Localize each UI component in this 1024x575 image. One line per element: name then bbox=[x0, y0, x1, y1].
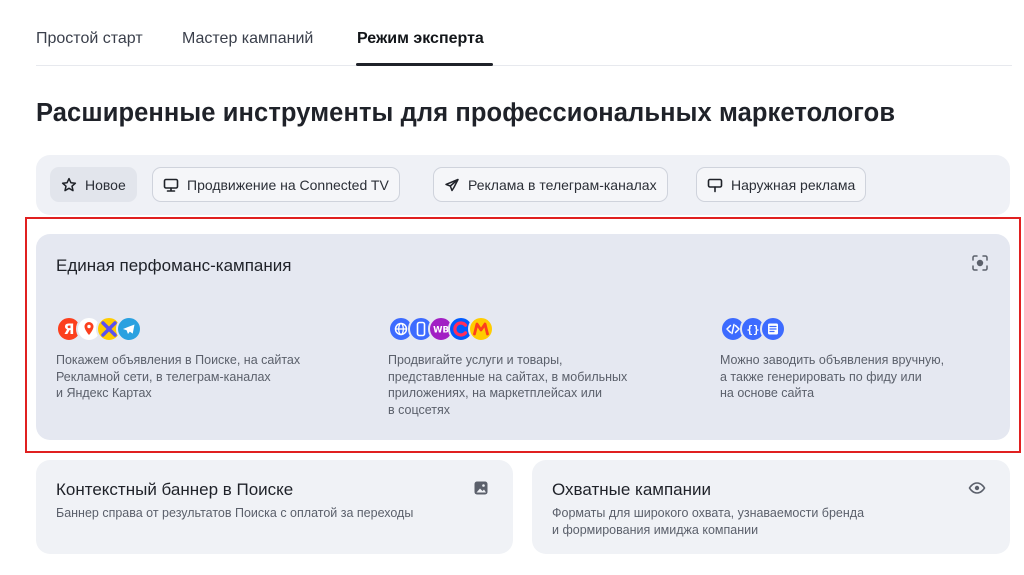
telegram-plane-icon bbox=[445, 178, 459, 191]
focus-target-icon bbox=[971, 254, 989, 277]
filter-chip-outdoor[interactable]: Наружная реклама bbox=[696, 167, 867, 202]
page-title: Расширенные инструменты для профессионал… bbox=[36, 99, 896, 127]
image-icon bbox=[473, 480, 489, 501]
filter-chip-label: Реклама в телеграм-каналах bbox=[468, 176, 657, 193]
svg-text:WB: WB bbox=[433, 326, 449, 336]
svg-text:{}: {} bbox=[746, 323, 759, 336]
filter-chip-new[interactable]: Новое bbox=[50, 167, 137, 202]
tv-icon bbox=[163, 178, 179, 192]
filter-chip-connected-tv[interactable]: Продвижение на Connected TV bbox=[152, 167, 400, 202]
column-description: Продвигайте услуги и товары, представлен… bbox=[388, 353, 628, 417]
filter-chip-label: Продвижение на Connected TV bbox=[187, 176, 389, 193]
filter-bar: Новое Продвижение на Connected TV Реклам… bbox=[36, 155, 1010, 215]
column-description: Покажем объявления в Поиске, на сайтах Р… bbox=[56, 353, 301, 400]
performance-column-creation: {} Можно заводить объявления вручную, а … bbox=[720, 316, 1020, 402]
reach-campaigns-card[interactable]: Охватные кампании Форматы для широкого о… bbox=[532, 460, 1010, 554]
tab-expert-mode[interactable]: Режим эксперта bbox=[357, 30, 484, 48]
column-description: Можно заводить объявления вручную, а так… bbox=[720, 353, 945, 400]
card-description: Форматы для широкого охвата, узнаваемост… bbox=[552, 506, 865, 537]
card-title: Контекстный баннер в Поиске bbox=[56, 480, 294, 499]
market-icon bbox=[468, 316, 494, 342]
eye-icon bbox=[968, 480, 986, 501]
list-icon bbox=[760, 316, 786, 342]
card-title: Охватные кампании bbox=[552, 480, 712, 499]
card-description: Баннер справа от результатов Поиска с оп… bbox=[56, 506, 414, 520]
performance-column-placements: Я Покажем объявления в Поиске, на сайтах… bbox=[56, 316, 356, 402]
tab-campaign-wizard[interactable]: Мастер кампаний bbox=[182, 30, 313, 48]
card-title: Единая перфоманс-кампания bbox=[56, 256, 292, 275]
filter-chip-label: Наружная реклама bbox=[731, 176, 856, 193]
performance-campaign-card[interactable]: Единая перфоманс-кампания Я Покажем объя… bbox=[36, 234, 1010, 440]
active-tab-indicator bbox=[356, 63, 493, 66]
source-icons: WB bbox=[388, 316, 688, 342]
search-banner-card[interactable]: Контекстный баннер в Поиске Баннер справ… bbox=[36, 460, 513, 554]
star-icon bbox=[61, 177, 77, 191]
placement-icons: Я bbox=[56, 316, 356, 342]
billboard-icon bbox=[707, 178, 723, 192]
svg-text:Я: Я bbox=[64, 322, 75, 338]
filter-chip-label: Новое bbox=[85, 176, 126, 193]
creation-icons: {} bbox=[720, 316, 1020, 342]
telegram-icon bbox=[116, 316, 142, 342]
mode-tabs: Простой старт Мастер кампаний Режим эксп… bbox=[36, 0, 1012, 66]
tab-simple-start[interactable]: Простой старт bbox=[36, 30, 143, 48]
filter-chip-telegram[interactable]: Реклама в телеграм-каналах bbox=[433, 167, 668, 202]
performance-column-sources: WB Продвигайте услуги и товары, представ… bbox=[388, 316, 688, 418]
